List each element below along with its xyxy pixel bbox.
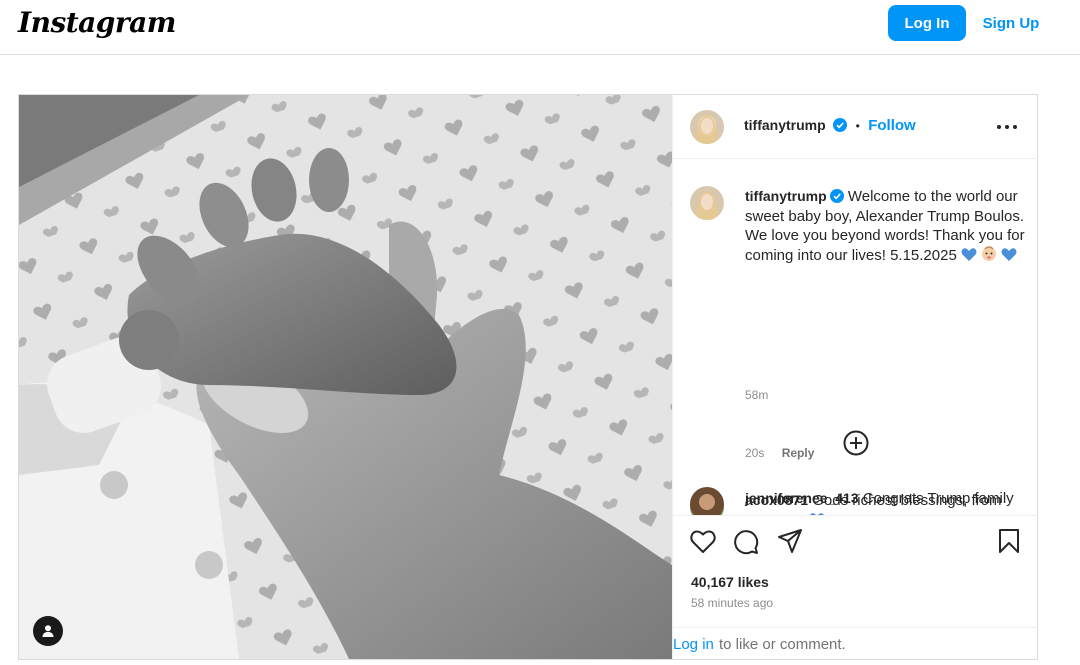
avatar-image <box>690 186 724 220</box>
login-prompt-text: to like or comment. <box>719 636 846 653</box>
author-avatar[interactable] <box>690 110 724 144</box>
more-icon[interactable] <box>995 117 1019 137</box>
blue-heart-icon <box>1001 247 1017 261</box>
commenter-avatar[interactable] <box>690 487 724 515</box>
plus-circle-icon[interactable] <box>843 430 869 456</box>
caption-avatar[interactable] <box>690 186 724 220</box>
post-actions: 40,167 likes 58 minutes ago <box>673 515 1038 623</box>
comment-meta: 20s Reply <box>745 446 814 460</box>
bookmark-icon[interactable] <box>998 528 1020 554</box>
login-button[interactable]: Log In <box>888 5 966 41</box>
signup-button[interactable]: Sign Up <box>978 5 1044 41</box>
user-tag-button[interactable] <box>33 616 63 646</box>
caption-text-block: tiffanytrump Welcome to the world our sw… <box>745 187 1025 265</box>
likes-count[interactable]: 40,167 likes <box>691 574 769 590</box>
caption-username[interactable]: tiffanytrump <box>745 188 827 204</box>
instagram-logo[interactable]: Instagram <box>18 6 176 39</box>
comment-timestamp: 20s <box>745 446 765 460</box>
caption-timestamp: 58m <box>745 388 769 402</box>
avatar-image <box>690 487 724 515</box>
top-navbar: Instagram Log In Sign Up <box>0 0 1080 55</box>
post-timestamp: 58 minutes ago <box>691 596 774 610</box>
comment-row: jenniferenee_413 Congrats Trump family <box>673 487 1038 515</box>
comments-section[interactable]: tiffanytrump Welcome to the world our sw… <box>673 160 1038 515</box>
post-photo[interactable] <box>19 95 672 659</box>
author-username[interactable]: tiffanytrump <box>744 117 826 133</box>
comment-text-block: jenniferenee_413 Congrats Trump family <box>745 489 1014 509</box>
follow-button[interactable]: Follow <box>868 117 916 134</box>
post-card: tiffanytrump • Follow tiffanytrump Welco… <box>18 94 1038 660</box>
baby-foot-photo <box>19 95 672 659</box>
verified-badge-icon <box>829 189 844 203</box>
caption-emojis <box>961 245 1017 264</box>
avatar-image <box>690 110 724 144</box>
comment-text: Congrats Trump family <box>862 490 1014 507</box>
baby-icon <box>982 245 997 261</box>
user-tag-icon <box>42 625 54 637</box>
post-header: tiffanytrump • Follow <box>673 95 1038 159</box>
commenter-username[interactable]: jenniferenee_413 <box>745 490 859 506</box>
reply-button[interactable]: Reply <box>782 446 815 460</box>
dot-separator: • <box>855 119 860 133</box>
login-link[interactable]: Log in <box>673 636 714 653</box>
blue-heart-icon <box>961 247 977 261</box>
post-sidebar: tiffanytrump • Follow tiffanytrump Welco… <box>672 95 1038 659</box>
verified-badge-icon <box>833 118 848 132</box>
heart-icon[interactable] <box>690 530 716 554</box>
comment-icon[interactable] <box>733 529 759 555</box>
login-prompt: Log in to like or comment. <box>673 627 1038 659</box>
share-icon[interactable] <box>777 528 803 554</box>
